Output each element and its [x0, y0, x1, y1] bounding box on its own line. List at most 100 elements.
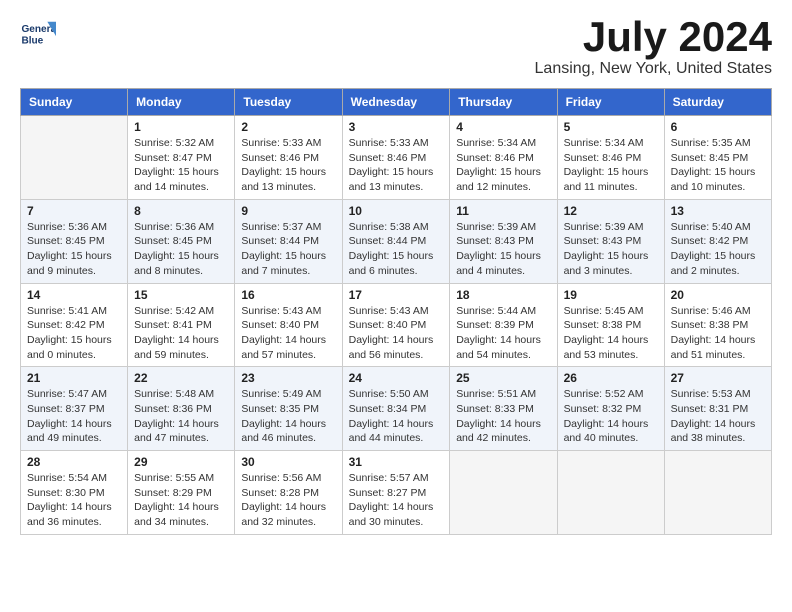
day-number: 3 [349, 120, 444, 134]
day-number: 5 [564, 120, 658, 134]
day-number: 11 [456, 204, 550, 218]
calendar-table: SundayMondayTuesdayWednesdayThursdayFrid… [20, 88, 772, 535]
calendar-cell: 3Sunrise: 5:33 AMSunset: 8:46 PMDaylight… [342, 116, 450, 200]
day-number: 8 [134, 204, 228, 218]
day-number: 4 [456, 120, 550, 134]
day-number: 17 [349, 288, 444, 302]
day-number: 20 [671, 288, 765, 302]
day-number: 18 [456, 288, 550, 302]
cell-details: Sunrise: 5:40 AMSunset: 8:42 PMDaylight:… [671, 220, 765, 279]
cell-details: Sunrise: 5:35 AMSunset: 8:45 PMDaylight:… [671, 136, 765, 195]
calendar-cell: 14 Sunrise: 5:41 AMSunset: 8:42 PMDayligh… [21, 283, 128, 367]
cell-details: Sunrise: 5:43 AMSunset: 8:40 PMDaylight:… [241, 304, 335, 363]
calendar-cell: 22 Sunrise: 5:48 AMSunset: 8:36 PMDayligh… [128, 367, 235, 451]
day-number: 13 [671, 204, 765, 218]
cell-details: Sunrise: 5:32 AMSunset: 8:47 PMDaylight:… [134, 136, 228, 195]
day-number: 9 [241, 204, 335, 218]
cell-details: Sunrise: 5:56 AMSunset: 8:28 PMDaylight:… [241, 471, 335, 530]
day-number: 26 [564, 371, 658, 385]
calendar-cell: 9 Sunrise: 5:37 AMSunset: 8:44 PMDaylight… [235, 199, 342, 283]
header: General Blue July 2024 Lansing, New York… [20, 16, 772, 78]
day-number: 1 [134, 120, 228, 134]
day-number: 14 [27, 288, 121, 302]
weekday-header-tuesday: Tuesday [235, 89, 342, 116]
calendar-cell: 17 Sunrise: 5:43 AMSunset: 8:40 PMDayligh… [342, 283, 450, 367]
weekday-header-row: SundayMondayTuesdayWednesdayThursdayFrid… [21, 89, 772, 116]
cell-details: Sunrise: 5:55 AMSunset: 8:29 PMDaylight:… [134, 471, 228, 530]
weekday-header-friday: Friday [557, 89, 664, 116]
calendar-cell: 30Sunrise: 5:56 AMSunset: 8:28 PMDayligh… [235, 451, 342, 535]
cell-details: Sunrise: 5:34 AMSunset: 8:46 PMDaylight:… [564, 136, 658, 195]
cell-details: Sunrise: 5:48 AMSunset: 8:36 PMDaylight:… [134, 387, 228, 446]
calendar-week-row: 14 Sunrise: 5:41 AMSunset: 8:42 PMDayligh… [21, 283, 772, 367]
calendar-cell: 19Sunrise: 5:45 AMSunset: 8:38 PMDayligh… [557, 283, 664, 367]
cell-details: Sunrise: 5:37 AMSunset: 8:44 PMDaylight:… [241, 220, 335, 279]
calendar-cell: 15Sunrise: 5:42 AMSunset: 8:41 PMDayligh… [128, 283, 235, 367]
cell-details: Sunrise: 5:36 AMSunset: 8:45 PMDaylight:… [27, 220, 121, 279]
cell-details: Sunrise: 5:54 AMSunset: 8:30 PMDaylight:… [27, 471, 121, 530]
calendar-cell: 8 Sunrise: 5:36 AMSunset: 8:45 PMDaylight… [128, 199, 235, 283]
weekday-header-monday: Monday [128, 89, 235, 116]
logo-icon: General Blue [20, 16, 56, 52]
logo: General Blue [20, 16, 56, 52]
calendar-cell: 2Sunrise: 5:33 AMSunset: 8:46 PMDaylight… [235, 116, 342, 200]
cell-details: Sunrise: 5:45 AMSunset: 8:38 PMDaylight:… [564, 304, 658, 363]
cell-details: Sunrise: 5:51 AMSunset: 8:33 PMDaylight:… [456, 387, 550, 446]
day-number: 7 [27, 204, 121, 218]
cell-details: Sunrise: 5:39 AMSunset: 8:43 PMDaylight:… [456, 220, 550, 279]
calendar-cell: 10Sunrise: 5:38 AMSunset: 8:44 PMDayligh… [342, 199, 450, 283]
cell-details: Sunrise: 5:34 AMSunset: 8:46 PMDaylight:… [456, 136, 550, 195]
day-number: 31 [349, 455, 444, 469]
calendar-cell: 24Sunrise: 5:50 AMSunset: 8:34 PMDayligh… [342, 367, 450, 451]
calendar-cell: 27 Sunrise: 5:53 AMSunset: 8:31 PMDayligh… [664, 367, 771, 451]
cell-details: Sunrise: 5:39 AMSunset: 8:43 PMDaylight:… [564, 220, 658, 279]
calendar-week-row: 7 Sunrise: 5:36 AMSunset: 8:45 PMDaylight… [21, 199, 772, 283]
calendar-cell: 18 Sunrise: 5:44 AMSunset: 8:39 PMDayligh… [450, 283, 557, 367]
calendar-cell [557, 451, 664, 535]
cell-details: Sunrise: 5:36 AMSunset: 8:45 PMDaylight:… [134, 220, 228, 279]
calendar-cell: 20Sunrise: 5:46 AMSunset: 8:38 PMDayligh… [664, 283, 771, 367]
calendar-cell: 4 Sunrise: 5:34 AMSunset: 8:46 PMDaylight… [450, 116, 557, 200]
day-number: 21 [27, 371, 121, 385]
weekday-header-saturday: Saturday [664, 89, 771, 116]
cell-details: Sunrise: 5:43 AMSunset: 8:40 PMDaylight:… [349, 304, 444, 363]
weekday-header-sunday: Sunday [21, 89, 128, 116]
title-area: July 2024 Lansing, New York, United Stat… [535, 16, 772, 78]
day-number: 12 [564, 204, 658, 218]
cell-details: Sunrise: 5:42 AMSunset: 8:41 PMDaylight:… [134, 304, 228, 363]
calendar-cell: 21Sunrise: 5:47 AMSunset: 8:37 PMDayligh… [21, 367, 128, 451]
calendar-cell: 5 Sunrise: 5:34 AMSunset: 8:46 PMDaylight… [557, 116, 664, 200]
cell-details: Sunrise: 5:50 AMSunset: 8:34 PMDaylight:… [349, 387, 444, 446]
calendar-cell: 26 Sunrise: 5:52 AMSunset: 8:32 PMDayligh… [557, 367, 664, 451]
calendar-cell: 28 Sunrise: 5:54 AMSunset: 8:30 PMDayligh… [21, 451, 128, 535]
calendar-cell: 13 Sunrise: 5:40 AMSunset: 8:42 PMDayligh… [664, 199, 771, 283]
calendar-cell: 25 Sunrise: 5:51 AMSunset: 8:33 PMDayligh… [450, 367, 557, 451]
day-number: 2 [241, 120, 335, 134]
calendar-cell [664, 451, 771, 535]
day-number: 23 [241, 371, 335, 385]
cell-details: Sunrise: 5:52 AMSunset: 8:32 PMDaylight:… [564, 387, 658, 446]
day-number: 25 [456, 371, 550, 385]
location-title: Lansing, New York, United States [535, 60, 772, 78]
calendar-cell: 6Sunrise: 5:35 AMSunset: 8:45 PMDaylight… [664, 116, 771, 200]
cell-details: Sunrise: 5:41 AMSunset: 8:42 PMDaylight:… [27, 304, 121, 363]
calendar-cell: 11 Sunrise: 5:39 AMSunset: 8:43 PMDayligh… [450, 199, 557, 283]
day-number: 28 [27, 455, 121, 469]
calendar-cell: 12 Sunrise: 5:39 AMSunset: 8:43 PMDayligh… [557, 199, 664, 283]
cell-details: Sunrise: 5:49 AMSunset: 8:35 PMDaylight:… [241, 387, 335, 446]
calendar-cell: 31 Sunrise: 5:57 AMSunset: 8:27 PMDayligh… [342, 451, 450, 535]
calendar-cell [21, 116, 128, 200]
day-number: 29 [134, 455, 228, 469]
svg-text:Blue: Blue [21, 35, 43, 46]
calendar-cell: 23 Sunrise: 5:49 AMSunset: 8:35 PMDayligh… [235, 367, 342, 451]
day-number: 27 [671, 371, 765, 385]
cell-details: Sunrise: 5:38 AMSunset: 8:44 PMDaylight:… [349, 220, 444, 279]
cell-details: Sunrise: 5:57 AMSunset: 8:27 PMDaylight:… [349, 471, 444, 530]
cell-details: Sunrise: 5:44 AMSunset: 8:39 PMDaylight:… [456, 304, 550, 363]
day-number: 16 [241, 288, 335, 302]
cell-details: Sunrise: 5:53 AMSunset: 8:31 PMDaylight:… [671, 387, 765, 446]
calendar-cell [450, 451, 557, 535]
weekday-header-wednesday: Wednesday [342, 89, 450, 116]
calendar-week-row: 28 Sunrise: 5:54 AMSunset: 8:30 PMDayligh… [21, 451, 772, 535]
day-number: 22 [134, 371, 228, 385]
